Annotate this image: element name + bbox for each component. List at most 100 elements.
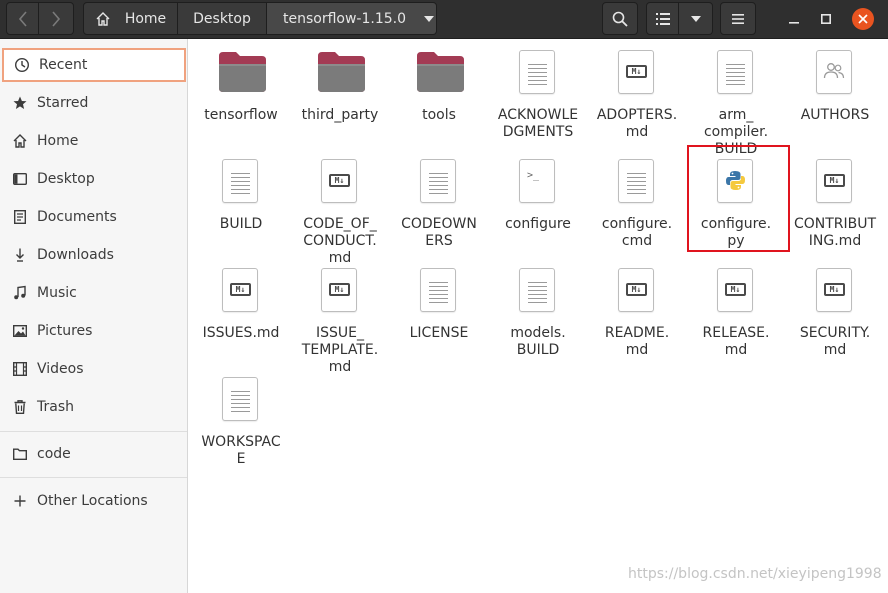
maximize-button[interactable] <box>814 7 838 31</box>
file-name: models. BUILD <box>510 325 566 358</box>
sidebar-item-documents[interactable]: Documents <box>2 200 186 234</box>
sidebar-item-trash[interactable]: Trash <box>2 390 186 424</box>
script-file-icon: >_ <box>488 157 588 205</box>
markdown-file-icon: M↓ <box>587 48 687 96</box>
minimize-icon <box>789 22 799 24</box>
text-file-icon <box>389 157 489 205</box>
breadcrumb-desktop[interactable]: Desktop <box>178 2 267 35</box>
sidebar-item-label: Starred <box>37 95 89 111</box>
clock-icon <box>14 57 30 73</box>
file-name: RELEASE. md <box>702 325 770 358</box>
sidebar-item-label: Documents <box>37 209 117 225</box>
text-file-icon <box>488 266 588 314</box>
watermark-text: https://blog.csdn.net/xieyipeng1998 <box>628 566 882 582</box>
sidebar-item-label: Music <box>37 285 77 301</box>
path-bar: Home Desktop tensorflow-1.15.0 <box>83 2 437 35</box>
text-file-icon <box>686 48 786 96</box>
markdown-file-icon: M↓ <box>686 266 786 314</box>
sidebar-item-desktop[interactable]: Desktop <box>2 162 186 196</box>
music-icon <box>12 285 28 301</box>
file-name: SECURITY. md <box>799 325 871 358</box>
caret-down-icon <box>424 15 435 22</box>
minimize-button[interactable] <box>782 7 806 31</box>
trash-icon <box>12 399 28 415</box>
sidebar-item-code[interactable]: code <box>2 437 186 471</box>
file-name: tensorflow <box>204 107 278 123</box>
file-name: LICENSE <box>409 325 469 341</box>
close-icon <box>858 14 868 24</box>
markdown-file-icon: M↓ <box>290 157 390 205</box>
hamburger-menu-icon <box>732 13 744 24</box>
chevron-right-icon <box>52 10 61 27</box>
file-name: ISSUE_ TEMPLATE. md <box>301 325 379 375</box>
breadcrumb-label: Desktop <box>193 10 251 27</box>
folder-icon <box>12 446 28 462</box>
search-button[interactable] <box>602 2 638 35</box>
file-name: configure <box>505 216 571 232</box>
file-name: configure. cmd <box>601 216 673 249</box>
folder-icon <box>389 48 489 96</box>
sidebar-item-downloads[interactable]: Downloads <box>2 238 186 272</box>
sidebar-item-label: code <box>37 446 71 462</box>
forward-button[interactable] <box>39 2 74 35</box>
sidebar-item-label: Pictures <box>37 323 93 339</box>
text-file-icon <box>488 48 588 96</box>
file-name: ACKNOWLE DGMENTS <box>497 107 579 140</box>
text-file-icon <box>191 375 291 423</box>
hamburger-menu-button[interactable] <box>720 2 756 35</box>
sidebar-item-home[interactable]: Home <box>2 124 186 158</box>
sidebar-item-pictures[interactable]: Pictures <box>2 314 186 348</box>
sidebar-item-label: Home <box>37 133 79 149</box>
file-name: WORKSPAC E <box>201 434 281 467</box>
breadcrumb-current-folder[interactable]: tensorflow-1.15.0 <box>267 2 437 35</box>
markdown-file-icon: M↓ <box>191 266 291 314</box>
file-name: CODEOWN ERS <box>401 216 477 249</box>
sidebar-separator <box>0 431 187 432</box>
folder-icon <box>191 48 291 96</box>
file-grid: tensorflow third_party tools ACKNOWLE DG… <box>188 39 888 593</box>
list-view-button[interactable] <box>646 2 679 35</box>
sidebar-item-recent[interactable]: Recent <box>2 48 186 82</box>
file-name: BUILD <box>219 216 263 232</box>
view-options-button[interactable] <box>679 2 713 35</box>
highlight-annotation-box <box>687 145 790 252</box>
folder-icon <box>290 48 390 96</box>
text-file-icon <box>587 157 687 205</box>
sidebar: Recent Starred Home Desktop Documents Do… <box>0 39 188 593</box>
breadcrumb-label: tensorflow-1.15.0 <box>283 10 407 27</box>
video-icon <box>12 361 28 377</box>
sidebar-item-music[interactable]: Music <box>2 276 186 310</box>
document-icon <box>12 209 28 225</box>
home-icon <box>12 133 28 149</box>
breadcrumb-home[interactable]: Home <box>83 2 178 35</box>
sidebar-separator <box>0 477 187 478</box>
sidebar-item-label: Trash <box>37 399 74 415</box>
file-name: tools <box>422 107 456 123</box>
home-icon <box>96 11 110 26</box>
sidebar-item-label: Videos <box>37 361 84 377</box>
sidebar-item-videos[interactable]: Videos <box>2 352 186 386</box>
text-file-icon <box>191 157 291 205</box>
file-name: ISSUES.md <box>202 325 280 341</box>
sidebar-item-label: Desktop <box>37 171 95 187</box>
file-name: third_party <box>301 107 379 123</box>
back-button[interactable] <box>6 2 39 35</box>
sidebar-item-starred[interactable]: Starred <box>2 86 186 120</box>
file-name: AUTHORS <box>800 107 870 123</box>
sidebar-item-other-locations[interactable]: Other Locations <box>2 484 186 518</box>
plus-icon <box>12 493 28 509</box>
close-button[interactable] <box>852 8 874 30</box>
sidebar-item-label: Downloads <box>37 247 114 263</box>
file-name: README. md <box>604 325 670 358</box>
file-name: ADOPTERS. md <box>596 107 678 140</box>
file-name: CODE_OF_ CONDUCT. md <box>303 216 377 266</box>
sidebar-item-label: Other Locations <box>37 493 148 509</box>
search-icon <box>612 11 628 27</box>
file-name: CONTRIBUT ING.md <box>793 216 877 249</box>
chevron-left-icon <box>18 10 27 27</box>
markdown-file-icon: M↓ <box>785 157 885 205</box>
caret-down-icon <box>690 15 701 22</box>
desktop-icon <box>12 171 28 187</box>
markdown-file-icon: M↓ <box>587 266 687 314</box>
header-bar: Home Desktop tensorflow-1.15.0 <box>0 0 888 39</box>
